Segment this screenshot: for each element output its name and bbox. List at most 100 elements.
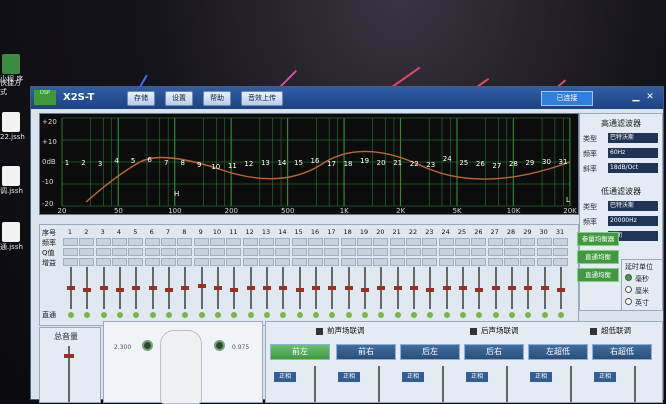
phase-button-fr[interactable]: 正相: [338, 372, 360, 382]
gain-knob[interactable]: [132, 286, 141, 290]
bypass-indicator[interactable]: [247, 312, 254, 318]
bypass-indicator[interactable]: [362, 312, 368, 318]
channel-param-cell[interactable]: [128, 248, 144, 256]
gain-knob[interactable]: [377, 286, 386, 290]
channel-param-cell[interactable]: [177, 248, 193, 256]
channel-param-cell[interactable]: [536, 248, 552, 256]
gain-knob[interactable]: [540, 286, 549, 290]
bypass-indicator[interactable]: [476, 312, 483, 318]
channel-param-cell[interactable]: [161, 248, 176, 256]
channel-param-cell[interactable]: [536, 238, 552, 246]
channel-gain-slider[interactable]: [475, 267, 484, 309]
band-point[interactable]: 20: [377, 159, 386, 167]
channel-param-cell[interactable]: [275, 248, 291, 256]
band-point[interactable]: 26: [476, 160, 485, 168]
channel-param-cell[interactable]: [79, 258, 95, 266]
channel-gain-slider[interactable]: [165, 267, 173, 309]
bypass-eq-button[interactable]: 直通均衡: [577, 250, 619, 264]
channel-param-cell[interactable]: [161, 258, 176, 266]
settings-button[interactable]: 设置: [165, 91, 193, 106]
gain-knob[interactable]: [99, 286, 108, 290]
channel-param-cell[interactable]: [389, 258, 405, 266]
gain-knob[interactable]: [491, 286, 500, 290]
bypass-indicator[interactable]: [100, 312, 107, 318]
speaker-front-right-icon[interactable]: [214, 340, 225, 351]
channel-param-cell[interactable]: [177, 238, 193, 246]
channel-param-cell[interactable]: [389, 248, 405, 256]
channel-gain-slider[interactable]: [393, 267, 402, 309]
channel-param-cell[interactable]: [259, 258, 274, 266]
channel-gain-slider[interactable]: [181, 267, 190, 309]
band-point[interactable]: 1: [65, 159, 69, 167]
channel-param-cell[interactable]: [406, 238, 421, 246]
channel-param-cell[interactable]: [504, 248, 519, 256]
gain-knob[interactable]: [524, 286, 533, 290]
channel-param-cell[interactable]: [308, 258, 323, 266]
channel-gain-slider[interactable]: [459, 267, 467, 309]
channel-param-cell[interactable]: [324, 248, 340, 256]
band-point[interactable]: 4: [114, 157, 119, 165]
channel-param-cell[interactable]: [422, 248, 438, 256]
master-volume-knob[interactable]: [64, 354, 74, 358]
bypass-indicator[interactable]: [313, 312, 319, 318]
channel-param-cell[interactable]: [144, 238, 160, 246]
eq-graph[interactable]: 20 50 100 200 500 1K 2K 5K 10K 20K 1 2 3 4 5 6 7 8 9 10 11 12…: [39, 113, 579, 215]
channel-level-slider[interactable]: [442, 366, 444, 402]
channel-param-cell[interactable]: [324, 258, 340, 266]
channel-gain-slider[interactable]: [344, 267, 353, 309]
bypass-indicator[interactable]: [541, 312, 548, 318]
bypass-indicator[interactable]: [117, 312, 123, 318]
band-point[interactable]: 21: [393, 159, 402, 167]
gain-knob[interactable]: [344, 286, 353, 290]
band-point[interactable]: 5: [131, 157, 135, 165]
band-point[interactable]: 2: [81, 159, 85, 167]
channel-param-cell[interactable]: [291, 238, 307, 246]
desktop-icon-shortcut[interactable]: 快捷方 式: [0, 79, 30, 97]
channel-param-cell[interactable]: [487, 248, 503, 256]
channel-param-cell[interactable]: [357, 248, 372, 256]
bypass-indicator[interactable]: [394, 312, 401, 318]
hp-freq-input[interactable]: 60Hz: [608, 148, 658, 158]
channel-level-slider[interactable]: [314, 366, 316, 402]
bypass-indicator[interactable]: [427, 312, 434, 318]
channel-gain-slider[interactable]: [540, 267, 549, 309]
band-point[interactable]: 10: [211, 163, 220, 171]
gain-knob[interactable]: [214, 286, 222, 290]
front-link-checkbox[interactable]: 前声场联调: [316, 325, 365, 336]
channel-param-cell[interactable]: [242, 258, 258, 266]
bypass-indicator[interactable]: [492, 312, 499, 318]
channel-gain-slider[interactable]: [557, 267, 565, 309]
gain-knob[interactable]: [361, 287, 369, 292]
channel-gain-slider[interactable]: [295, 267, 304, 309]
channel-gain-slider[interactable]: [67, 267, 75, 309]
minimize-icon[interactable]: ▁: [631, 92, 641, 102]
channel-param-cell[interactable]: [210, 248, 225, 256]
bypass-indicator[interactable]: [68, 312, 74, 318]
phase-button-rl[interactable]: 正相: [402, 372, 424, 382]
gain-knob[interactable]: [83, 287, 92, 292]
channel-gain-slider[interactable]: [426, 267, 435, 309]
channel-param-cell[interactable]: [438, 248, 454, 256]
channel-level-slider[interactable]: [634, 366, 636, 402]
bypass-indicator[interactable]: [215, 312, 221, 318]
bypass-indicator[interactable]: [345, 312, 352, 318]
gain-knob[interactable]: [197, 284, 206, 289]
desktop-icon-file-1[interactable]: 22.jssh: [0, 112, 30, 142]
channel-param-cell[interactable]: [438, 238, 454, 246]
band-point[interactable]: 25: [459, 159, 468, 167]
output-rear-right[interactable]: 后右: [464, 344, 524, 360]
gain-knob[interactable]: [148, 286, 157, 290]
gain-knob[interactable]: [459, 286, 467, 290]
bypass-indicator[interactable]: [411, 312, 417, 318]
channel-gain-slider[interactable]: [148, 267, 157, 309]
channel-gain-slider[interactable]: [328, 267, 337, 309]
channel-param-cell[interactable]: [471, 238, 487, 246]
lp-freq-input[interactable]: 20000Hz: [608, 216, 658, 226]
channel-gain-slider[interactable]: [279, 267, 288, 309]
bypass-indicator[interactable]: [509, 312, 515, 318]
channel-param-cell[interactable]: [422, 238, 438, 246]
gain-knob[interactable]: [426, 287, 435, 292]
band-point[interactable]: 19: [360, 157, 369, 165]
channel-param-cell[interactable]: [422, 258, 438, 266]
bypass-indicator[interactable]: [166, 312, 172, 318]
